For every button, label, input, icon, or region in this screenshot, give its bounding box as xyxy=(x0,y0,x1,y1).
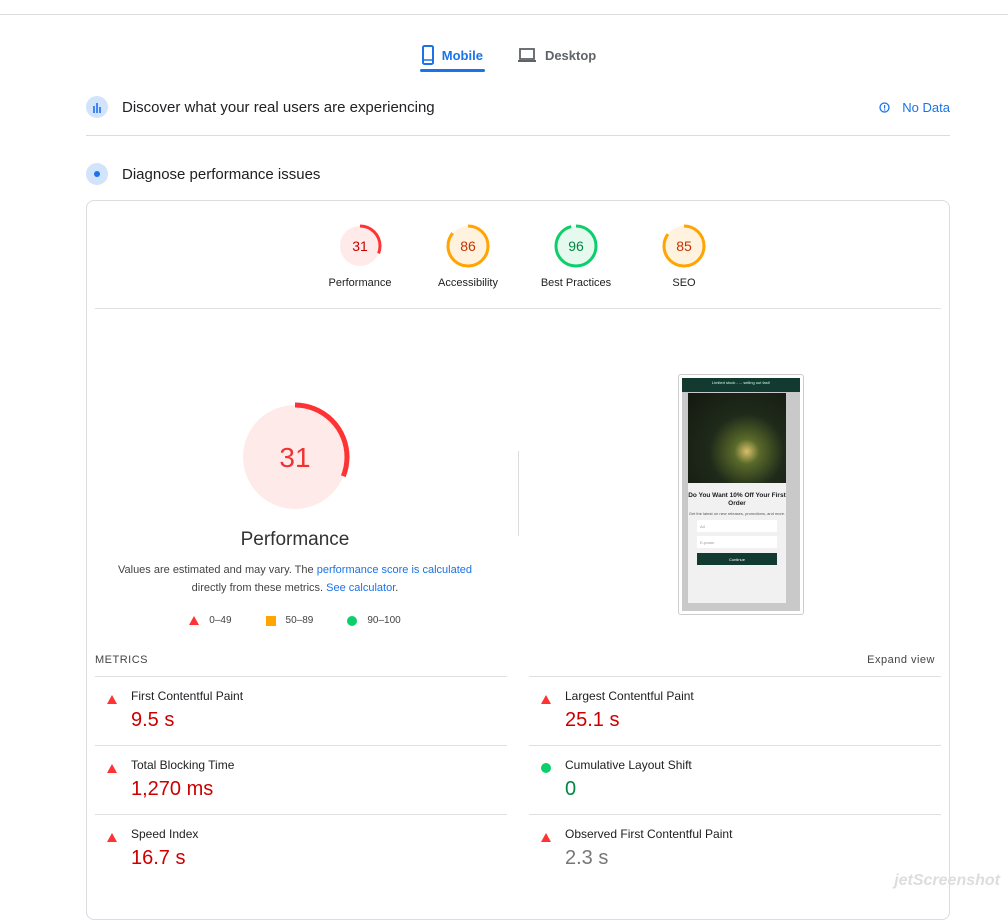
score-legend: 0–49 50–89 90–100 xyxy=(87,615,503,626)
users-chart-icon xyxy=(86,96,108,118)
metrics-header: METRICS Expand view xyxy=(95,654,935,666)
screenshot-field-2: E-posta xyxy=(697,536,777,548)
fail-triangle-icon xyxy=(541,695,551,704)
tab-mobile-label: Mobile xyxy=(441,47,483,63)
watermark: jetScreenshot xyxy=(894,872,1000,889)
screenshot-field-1: Ad xyxy=(697,520,777,532)
note-period: . xyxy=(395,582,399,594)
laptop-icon xyxy=(517,48,536,62)
diagnose-icon xyxy=(86,163,108,185)
phone-icon xyxy=(421,45,434,65)
screenshot-button: Continue xyxy=(697,553,777,565)
screenshot-headline: Do You Want 10% Off Your First Order xyxy=(688,492,786,507)
legend-pass: 90–100 xyxy=(347,615,401,626)
performance-label: Performance xyxy=(240,529,350,550)
gauge-seo[interactable]: 85 SEO xyxy=(648,223,720,289)
metric-value: 0 xyxy=(565,778,577,800)
metric-name: Observed First Contentful Paint xyxy=(565,827,733,841)
metric-item: Largest Contentful Paint 25.1 s xyxy=(529,676,941,745)
fail-triangle-icon xyxy=(107,695,117,704)
gauge-score: 86 xyxy=(460,238,476,254)
metric-name: First Contentful Paint xyxy=(131,689,244,703)
score-gauge-icon: 96 xyxy=(554,224,598,268)
see-calculator-link[interactable]: See calculator xyxy=(326,582,395,594)
vertical-divider xyxy=(518,451,519,536)
metric-item: Speed Index 16.7 s xyxy=(95,814,507,883)
metric-name: Total Blocking Time xyxy=(131,758,235,772)
field-data-section: Discover what your real users are experi… xyxy=(86,96,950,118)
metric-name: Largest Contentful Paint xyxy=(565,689,694,703)
screenshot-banner: Limited stock - ... selling out fast! xyxy=(682,378,800,392)
category-gauges: 31 Performance 86 Accessibility 96 Best Pract… xyxy=(87,223,949,289)
gauge-score: 96 xyxy=(568,238,584,254)
report-card: 31 Performance 86 Accessibility 96 Best Pract… xyxy=(86,200,950,920)
fail-triangle-icon xyxy=(107,833,117,842)
gauge-score: 85 xyxy=(676,238,692,254)
metric-value: 16.7 s xyxy=(131,847,186,869)
field-data-title: Discover what your real users are experi… xyxy=(122,98,435,116)
lab-data-section: Diagnose performance issues xyxy=(86,163,950,185)
metric-item: First Contentful Paint 9.5 s xyxy=(95,676,507,745)
metrics-grid: First Contentful Paint 9.5 s Largest Conte… xyxy=(95,676,942,883)
section-divider xyxy=(86,135,950,136)
performance-summary: 31 Performance Values are estimated and … xyxy=(87,397,503,626)
gauges-divider xyxy=(95,308,941,309)
metric-item: Cumulative Layout Shift 0 xyxy=(529,745,941,814)
performance-gauge-large: 31 xyxy=(240,402,350,512)
expand-view-button[interactable]: Expand view xyxy=(867,654,935,666)
metric-value: 2.3 s xyxy=(565,847,609,869)
metric-name: Speed Index xyxy=(131,827,199,841)
gauge-performance[interactable]: 31 Performance xyxy=(324,223,396,289)
gauge-label: SEO xyxy=(672,277,696,289)
performance-score-large: 31 xyxy=(279,442,310,473)
metrics-title: METRICS xyxy=(95,654,148,666)
tab-mobile[interactable]: Mobile xyxy=(419,38,486,72)
legend-fail: 0–49 xyxy=(189,615,232,626)
screenshot-popup: Do You Want 10% Off Your First Order Get… xyxy=(688,393,786,603)
legend-fail-label: 0–49 xyxy=(209,615,232,626)
no-data-label: No Data xyxy=(902,99,950,115)
screenshot-photo xyxy=(688,393,786,483)
tab-desktop-label: Desktop xyxy=(544,47,597,63)
fail-triangle-icon xyxy=(107,764,117,773)
metric-item: Total Blocking Time 1,270 ms xyxy=(95,745,507,814)
score-gauge-icon: 86 xyxy=(446,224,490,268)
fail-triangle-icon xyxy=(541,833,551,842)
metric-value: 9.5 s xyxy=(131,709,175,731)
performance-score-link[interactable]: performance score is calculated xyxy=(317,564,472,576)
metric-value: 1,270 ms xyxy=(131,778,214,800)
metric-name: Cumulative Layout Shift xyxy=(565,758,692,772)
metric-value: 25.1 s xyxy=(565,709,620,731)
score-gauge-icon: 85 xyxy=(662,224,706,268)
note-text-2: directly from these metrics. xyxy=(191,582,327,594)
tab-desktop[interactable]: Desktop xyxy=(515,38,598,72)
screenshot-subtext: Get the latest on new releases, promotio… xyxy=(688,511,786,516)
gauge-score: 31 xyxy=(352,238,368,254)
score-note: Values are estimated and may vary. The p… xyxy=(87,561,503,597)
top-divider xyxy=(0,14,1008,15)
device-tabs: Mobile Desktop xyxy=(0,38,1008,72)
gauge-best-practices[interactable]: 96 Best Practices xyxy=(540,223,612,289)
no-data-link[interactable]: No Data xyxy=(879,100,950,115)
legend-average: 50–89 xyxy=(265,615,314,626)
pass-circle-icon xyxy=(541,763,551,773)
info-icon xyxy=(879,101,890,113)
gauge-label: Accessibility xyxy=(438,277,498,289)
gauge-label: Best Practices xyxy=(540,277,612,289)
metric-item: Observed First Contentful Paint 2.3 s xyxy=(529,814,941,883)
average-square-icon xyxy=(265,615,276,626)
note-text: Values are estimated and may vary. The xyxy=(117,564,317,576)
fail-triangle-icon xyxy=(189,616,200,625)
legend-pass-label: 90–100 xyxy=(367,615,401,626)
pass-circle-icon xyxy=(347,615,358,626)
gauge-label: Performance xyxy=(328,277,392,289)
page-screenshot[interactable]: Limited stock - ... selling out fast! Do… xyxy=(678,374,804,615)
lab-data-title: Diagnose performance issues xyxy=(122,165,321,183)
legend-average-label: 50–89 xyxy=(285,615,314,626)
score-gauge-icon: 31 xyxy=(338,224,382,268)
gauge-accessibility[interactable]: 86 Accessibility xyxy=(432,223,504,289)
